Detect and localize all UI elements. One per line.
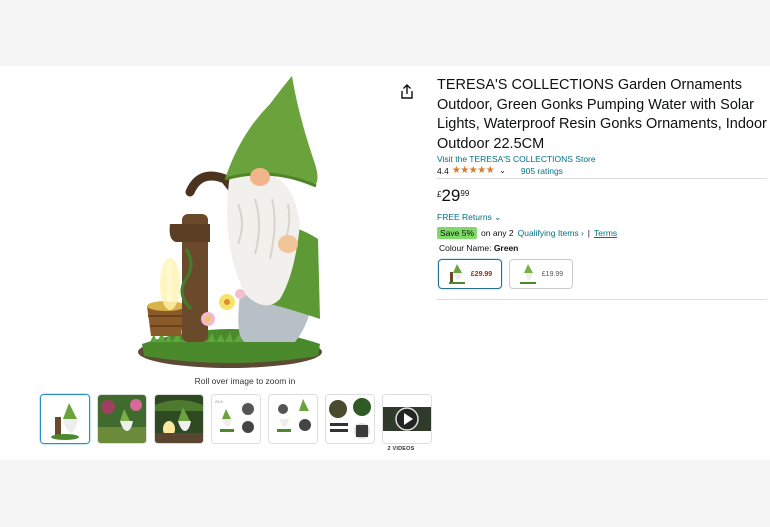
bottom-band xyxy=(0,460,770,527)
thumbnail-2[interactable] xyxy=(97,394,147,444)
zoom-hint: Roll over image to zoom in xyxy=(194,376,296,386)
price: £ 29 99 xyxy=(437,186,469,206)
thumbnail-strip: 23.5 xyxy=(40,394,432,444)
colour-label: Colour Name: xyxy=(439,243,492,253)
separator: | xyxy=(587,228,591,238)
thumbnail-3[interactable] xyxy=(154,394,204,444)
price-whole: 29 xyxy=(441,186,461,205)
free-returns-label: FREE Returns xyxy=(437,212,492,222)
videos-label: 2 VIDEOS xyxy=(387,446,415,452)
thumbnail-1[interactable] xyxy=(40,394,90,444)
save-badge: Save 5% xyxy=(437,227,478,239)
variant-price: £29.99 xyxy=(470,270,493,278)
chevron-down-icon[interactable]: ⌄ xyxy=(499,166,506,175)
colour-value: Green xyxy=(493,243,519,253)
rating-row: 4.4 ★★★★★ ⌄ 905 ratings xyxy=(437,165,563,176)
qualifying-items-link[interactable]: Qualifying Items › xyxy=(518,228,584,238)
variant-swatches: £29.99 £19.99 xyxy=(438,259,573,289)
variant-price: £19.99 xyxy=(541,270,564,278)
product-title: TERESA'S COLLECTIONS Garden Ornaments Ou… xyxy=(437,77,767,152)
price-fraction: 99 xyxy=(460,189,470,198)
divider xyxy=(437,299,767,300)
ratings-count-link[interactable]: 905 ratings xyxy=(521,166,563,176)
thumbnail-6[interactable] xyxy=(325,394,375,444)
thumbnail-5[interactable] xyxy=(268,394,318,444)
variant-swatch-1[interactable]: £29.99 xyxy=(438,259,502,289)
product-panel: Roll over image to zoom in 23.5 2 VIDEOS… xyxy=(0,66,770,460)
free-returns-link[interactable]: FREE Returns ⌄ xyxy=(437,212,501,223)
colour-name: Colour Name: Green xyxy=(439,243,518,253)
rating-value: 4.4 xyxy=(437,165,449,176)
variant-swatch-2[interactable]: £19.99 xyxy=(509,259,573,289)
store-link[interactable]: Visit the TERESA'S COLLECTIONS Store xyxy=(437,154,596,164)
terms-link[interactable]: Terms xyxy=(594,228,617,238)
star-rating-icon[interactable]: ★★★★★ xyxy=(452,165,495,176)
divider xyxy=(437,178,767,179)
svg-text:23.5: 23.5 xyxy=(215,399,224,404)
save-text: on any 2 xyxy=(481,228,514,238)
video-thumbnail[interactable] xyxy=(382,394,432,444)
thumbnail-4[interactable]: 23.5 xyxy=(211,394,261,444)
promotion-row: Save 5% on any 2 Qualifying Items › | Te… xyxy=(437,227,617,239)
top-band xyxy=(0,0,770,66)
chevron-down-icon: ⌄ xyxy=(494,212,502,222)
share-icon[interactable] xyxy=(399,84,415,100)
main-product-image[interactable] xyxy=(120,74,340,374)
